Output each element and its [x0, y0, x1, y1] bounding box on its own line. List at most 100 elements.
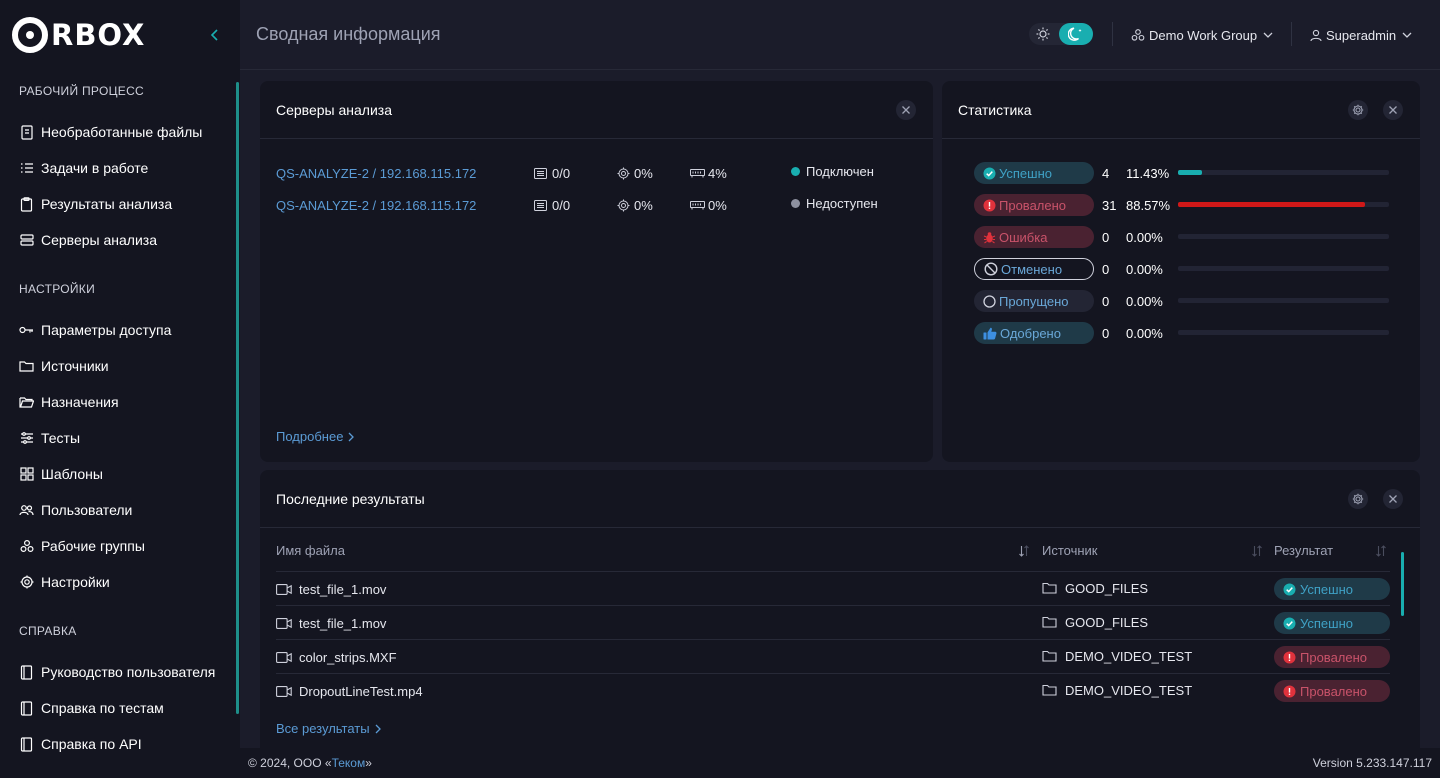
panel-title: Последние результаты: [276, 491, 425, 507]
close-panel-button[interactable]: [1383, 100, 1403, 120]
light-theme-button[interactable]: [1035, 26, 1051, 42]
stat-bar: [1178, 202, 1389, 207]
page-title: Сводная информация: [256, 24, 441, 44]
tasks-stat: 0/0: [534, 196, 570, 214]
top-header: Сводная информация Demo Work Group Super…: [240, 0, 1440, 70]
stat-row: Ошибка 0 0.00%: [974, 226, 1394, 248]
cpu-stat: 0%: [617, 164, 653, 182]
column-header-result[interactable]: Результат: [1274, 543, 1333, 558]
company-link[interactable]: Теком: [332, 756, 366, 770]
dark-theme-button[interactable]: [1059, 23, 1093, 45]
panel-title: Серверы анализа: [276, 102, 392, 118]
book-icon: [19, 700, 34, 716]
sidebar-item[interactable]: Руководство пользователя: [19, 660, 215, 684]
result-badge[interactable]: Успешно: [1274, 578, 1390, 600]
file-name[interactable]: color_strips.MXF: [299, 650, 397, 665]
panel-settings-button[interactable]: [1348, 489, 1368, 509]
results-scrollbar[interactable]: [1401, 552, 1404, 616]
orbox-logo[interactable]: RBOX: [11, 15, 145, 55]
user-dropdown[interactable]: Superadmin: [1310, 26, 1412, 44]
check-circle-icon: [1283, 583, 1296, 596]
servers-panel: Серверы анализа QS-ANALYZE-2 / 192.168.1…: [260, 81, 933, 462]
memory-icon: [690, 201, 705, 210]
logo-text: RBOX: [51, 18, 146, 52]
file-name[interactable]: test_file_1.mov: [299, 616, 386, 631]
sidebar-item[interactable]: Справка по API: [19, 732, 142, 756]
stat-percent: 0.00%: [1126, 326, 1163, 341]
source-cell: GOOD_FILES: [1042, 579, 1148, 597]
stat-row: Успешно 4 11.43%: [974, 162, 1394, 184]
server-status: Недоступен: [791, 194, 878, 212]
server-icon: [19, 233, 34, 248]
server-row: QS-ANALYZE-2 / 192.168.115.172 0/0 0% 0%…: [276, 196, 916, 214]
stat-bar: [1178, 234, 1389, 239]
stat-bar-fill: [1178, 170, 1202, 175]
collapse-sidebar-button[interactable]: [206, 26, 224, 44]
sidebar-item[interactable]: Справка по тестам: [19, 696, 164, 720]
sidebar-item-label: Задачи в работе: [41, 160, 149, 176]
chevron-right-icon: [348, 432, 355, 441]
more-link[interactable]: Подробнее: [276, 429, 355, 444]
stat-pill[interactable]: Успешно: [974, 162, 1094, 184]
panel-title: Статистика: [958, 102, 1032, 118]
column-header-source[interactable]: Источник: [1042, 543, 1098, 558]
result-badge[interactable]: Успешно: [1274, 612, 1390, 634]
sidebar-item-label: Необработанные файлы: [41, 124, 203, 140]
panel-header: Серверы анализа: [260, 81, 933, 139]
file-name[interactable]: test_file_1.mov: [299, 582, 386, 597]
sidebar-item[interactable]: Назначения: [19, 390, 119, 414]
file-cell: DropoutLineTest.mp4: [276, 682, 423, 700]
footer: © 2024, ООО «Теком» Version 5.233.147.11…: [240, 748, 1440, 778]
table-row[interactable]: test_file_1.mov GOOD_FILES Успешно: [276, 571, 1390, 605]
close-panel-button[interactable]: [896, 100, 916, 120]
sidebar-item[interactable]: Необработанные файлы: [19, 120, 202, 144]
theme-toggle[interactable]: [1029, 23, 1093, 45]
result-badge[interactable]: Провалено: [1274, 680, 1390, 702]
workgroup-dropdown[interactable]: Demo Work Group: [1131, 26, 1273, 44]
close-panel-button[interactable]: [1383, 489, 1403, 509]
stat-pill[interactable]: Отменено: [974, 258, 1094, 280]
panel-settings-button[interactable]: [1348, 100, 1368, 120]
stat-count: 4: [1102, 166, 1110, 181]
column-header-file[interactable]: Имя файла: [276, 543, 345, 558]
sidebar-item[interactable]: Настройки: [19, 570, 110, 594]
table-row[interactable]: DropoutLineTest.mp4 DEMO_VIDEO_TEST Пров…: [276, 673, 1390, 707]
close-icon: [902, 106, 910, 114]
all-results-label: Все результаты: [276, 721, 370, 736]
result-label: Успешно: [1300, 615, 1353, 631]
stat-label: Ошибка: [999, 229, 1048, 245]
file-name[interactable]: DropoutLineTest.mp4: [299, 684, 423, 699]
server-name-link[interactable]: QS-ANALYZE-2 / 192.168.115.172: [276, 196, 476, 214]
all-results-link[interactable]: Все результаты: [276, 721, 382, 736]
sidebar-item[interactable]: Источники: [19, 354, 109, 378]
sidebar-item[interactable]: Пользователи: [19, 498, 132, 522]
sidebar-item-label: Справка по API: [41, 736, 142, 752]
sidebar-item[interactable]: Шаблоны: [19, 462, 103, 486]
sidebar-item-label: Пользователи: [41, 502, 133, 518]
stat-pill[interactable]: Пропущено: [974, 290, 1094, 312]
stat-pill[interactable]: Провалено: [974, 194, 1094, 216]
sidebar-item[interactable]: Результаты анализа: [19, 192, 172, 216]
copyright: © 2024, ООО «Теком»: [248, 756, 372, 770]
moon-icon: [1068, 27, 1082, 41]
panel-header: Статистика: [942, 81, 1420, 139]
table-row[interactable]: test_file_1.mov GOOD_FILES Успешно: [276, 605, 1390, 639]
sidebar-scrollbar[interactable]: [236, 82, 239, 714]
video-file-icon: [276, 651, 292, 663]
sidebar-item[interactable]: Тесты: [19, 426, 80, 450]
sidebar-item[interactable]: Рабочие группы: [19, 534, 145, 558]
chevron-down-icon: [1263, 32, 1273, 38]
stat-pill[interactable]: Ошибка: [974, 226, 1094, 248]
gear-icon: [1352, 493, 1364, 505]
result-badge[interactable]: Провалено: [1274, 646, 1390, 668]
sidebar-item[interactable]: Серверы анализа: [19, 228, 157, 252]
table-row[interactable]: color_strips.MXF DEMO_VIDEO_TEST Провале…: [276, 639, 1390, 673]
result-label: Успешно: [1300, 581, 1353, 597]
sidebar-item[interactable]: Задачи в работе: [19, 156, 148, 180]
sidebar-item[interactable]: Параметры доступа: [19, 318, 171, 342]
book-icon: [19, 736, 34, 752]
server-name-link[interactable]: QS-ANALYZE-2 / 192.168.115.172: [276, 164, 476, 182]
stat-pill[interactable]: Одобрено: [974, 322, 1094, 344]
folder-open-icon: [19, 395, 34, 410]
folder-icon: [19, 359, 34, 374]
